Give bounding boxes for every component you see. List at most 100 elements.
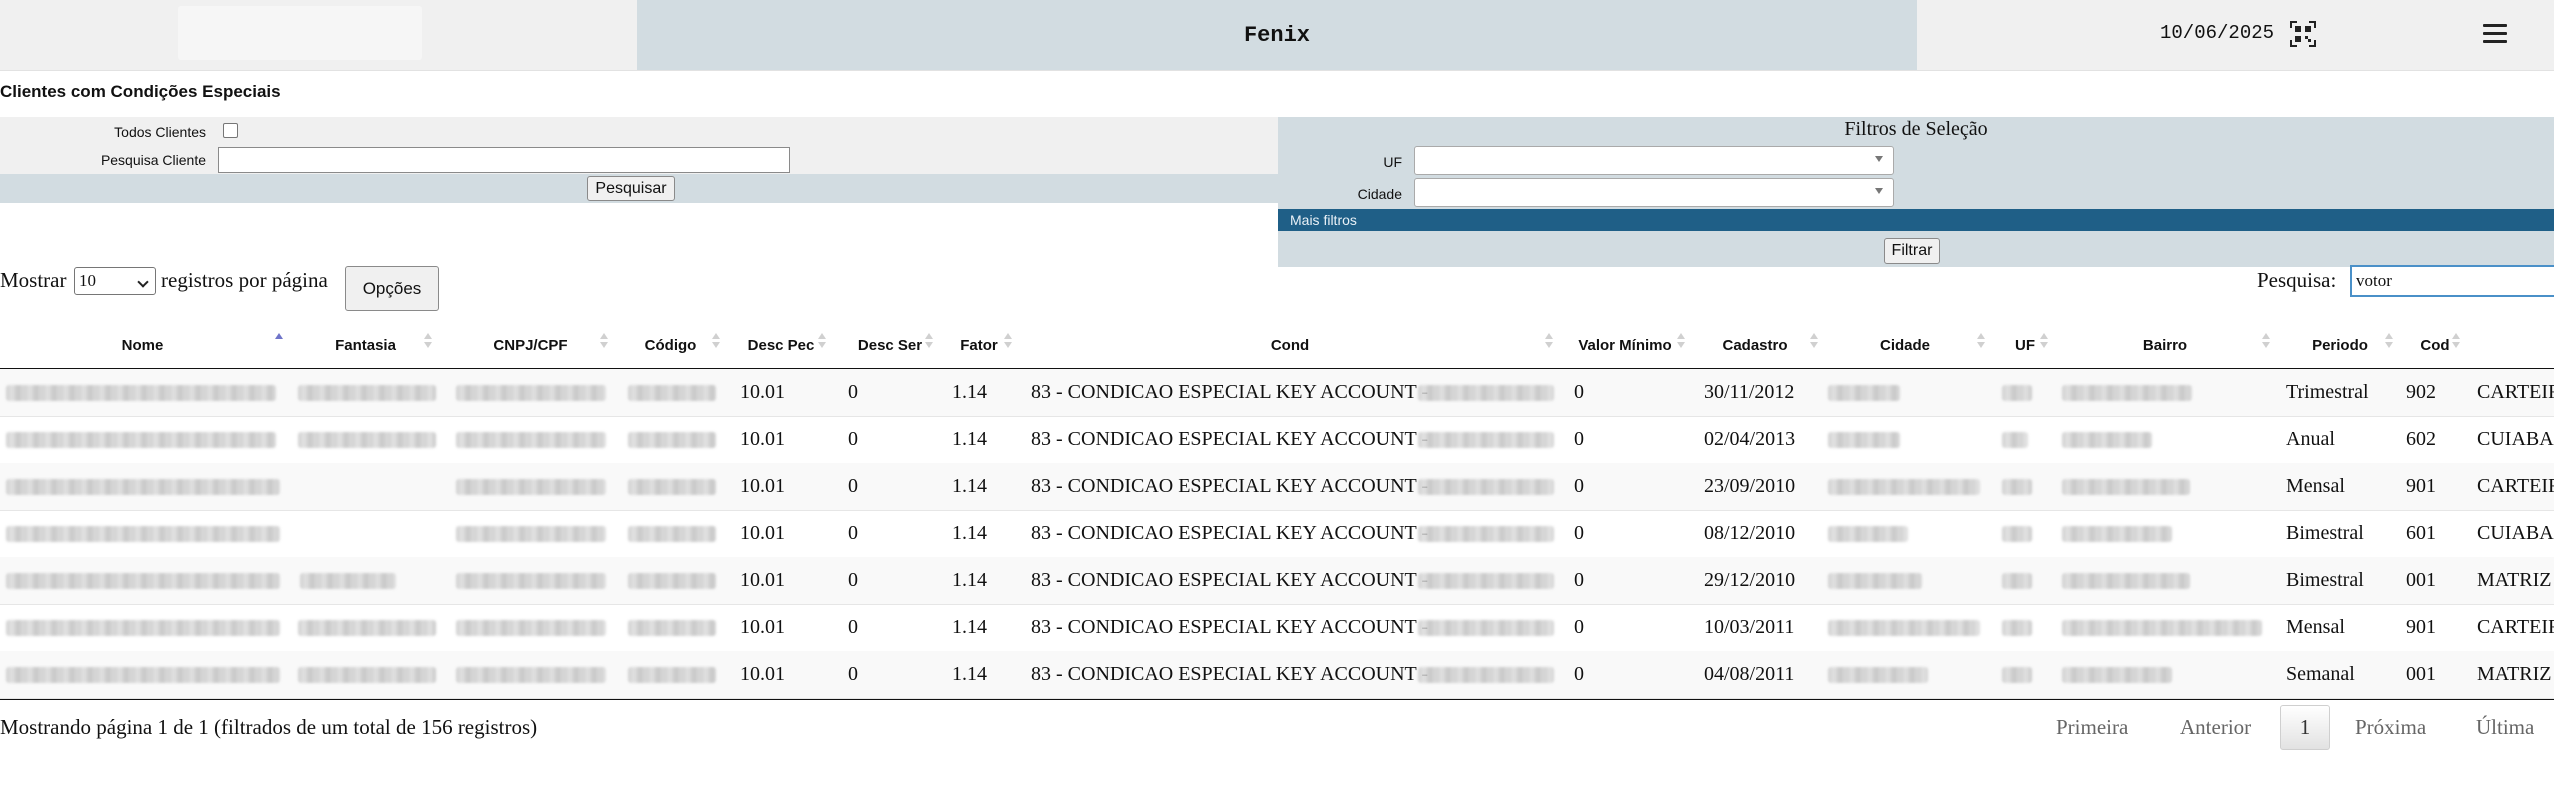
redacted-nome [6,573,280,589]
sort-icon[interactable] [2262,333,2270,349]
column-header-cadastro[interactable]: Cadastro [1690,322,1820,368]
cell-cond: 83 - CONDICAO ESPECIAL KEY ACCOUNT - [1031,428,1429,450]
table-row[interactable]: 10.01 0 1.14 83 - CONDICAO ESPECIAL KEY … [0,416,2554,464]
table-row[interactable]: 10.01 0 1.14 83 - CONDICAO ESPECIAL KEY … [0,557,2554,605]
pagination-previous[interactable]: Anterior [2180,715,2251,740]
cell-periodo: Mensal [2286,616,2345,638]
page-length-select[interactable]: 10 [74,267,156,295]
cell-valor-minimo: 0 [1574,381,1584,403]
filtrar-button[interactable]: Filtrar [1884,238,1940,264]
pagination-next[interactable]: Próxima [2355,715,2426,740]
cell-desc-ser: 0 [848,663,858,685]
cell-periodo: Semanal [2286,663,2355,685]
sort-icon[interactable] [2452,333,2460,349]
column-header-nome[interactable]: Nome [0,322,285,368]
redacted-cond [1418,526,1554,542]
app-title-band: Fenix [637,0,1917,70]
table-row[interactable]: 10.01 0 1.14 83 - CONDICAO ESPECIAL KEY … [0,463,2554,511]
table-row[interactable]: 10.01 0 1.14 83 - CONDICAO ESPECIAL KEY … [0,604,2554,652]
pagination-first[interactable]: Primeira [2056,715,2128,740]
sort-icon[interactable] [1810,333,1818,349]
cell-fator: 1.14 [952,428,987,450]
sort-icon[interactable] [1677,333,1685,349]
redacted-codigo [628,573,716,589]
redacted-fantasia [298,667,436,683]
dropdown-caret-icon [1875,156,1883,162]
sort-icon[interactable] [2040,333,2048,349]
sort-icon[interactable] [818,333,826,349]
pagination-last[interactable]: Última [2476,715,2534,740]
cell-cadastro: 04/08/2011 [1704,663,1795,685]
redacted-fantasia [298,620,436,636]
redacted-nome [6,479,280,495]
sort-icon[interactable] [424,333,432,349]
cidade-select[interactable] [1414,178,1894,207]
column-header-desc-pec[interactable]: Desc Pec [730,322,832,368]
sort-ascending-icon[interactable] [275,333,283,349]
cell-periodo: Trimestral [2286,381,2369,403]
table-row[interactable]: 10.01 0 1.14 83 - CONDICAO ESPECIAL KEY … [0,369,2554,417]
uf-select[interactable] [1414,146,1894,175]
redacted-fantasia [300,573,396,589]
column-header-cidade[interactable]: Cidade [1825,322,1985,368]
uf-label: UF [1383,154,1402,170]
table-search-input[interactable]: votor [2350,265,2554,297]
redacted-codigo [628,432,716,448]
cell-cond: 83 - CONDICAO ESPECIAL KEY ACCOUNT - [1031,663,1429,685]
redacted-cnpj [456,667,606,683]
redacted-uf [2002,620,2032,636]
column-header-cond[interactable]: Cond [1020,322,1560,368]
column-header-fantasia[interactable]: Fantasia [288,322,443,368]
redacted-cidade [1828,667,1928,683]
sort-icon[interactable] [925,333,933,349]
sort-icon[interactable] [1545,333,1553,349]
table-row[interactable]: 10.01 0 1.14 83 - CONDICAO ESPECIAL KEY … [0,510,2554,558]
cell-last: CARTEIRA [2477,616,2554,638]
redacted-bairro [2062,573,2190,589]
pesquisar-button[interactable]: Pesquisar [587,176,675,201]
redacted-cidade [1828,385,1900,401]
opcoes-button[interactable]: Opções [345,266,439,311]
cell-periodo: Anual [2286,428,2335,450]
cell-cod: 601 [2406,522,2436,544]
sort-icon[interactable] [600,333,608,349]
sort-icon[interactable] [1004,333,1012,349]
pesquisa-cliente-input[interactable] [218,147,790,173]
table-bottom-border [0,699,2554,700]
pagination-current-page[interactable]: 1 [2280,705,2330,750]
column-header-periodo[interactable]: Periodo [2285,322,2395,368]
cell-cond: 83 - CONDICAO ESPECIAL KEY ACCOUNT - [1031,569,1429,591]
cell-last: MATRIZ [2477,663,2552,685]
sort-icon[interactable] [712,333,720,349]
table-row[interactable]: 10.01 0 1.14 83 - CONDICAO ESPECIAL KEY … [0,651,2554,699]
cell-valor-minimo: 0 [1574,522,1584,544]
page-title: Clientes com Condições Especiais [0,82,281,101]
redacted-nome [6,526,280,542]
todos-clientes-checkbox[interactable] [223,123,238,138]
redacted-cidade [1828,573,1922,589]
redacted-cidade [1828,526,1908,542]
sort-icon[interactable] [1977,333,1985,349]
column-header-valor-minimo[interactable]: Valor Mínimo [1565,322,1685,368]
cell-desc-ser: 0 [848,475,858,497]
redacted-uf [2002,573,2032,589]
qr-code-icon[interactable] [2290,21,2316,47]
redacted-cond [1418,620,1554,636]
redacted-fantasia [298,432,436,448]
redacted-bairro [2062,432,2152,448]
column-header-bairro[interactable]: Bairro [2060,322,2270,368]
column-header-codigo[interactable]: Código [618,322,723,368]
hamburger-menu-icon[interactable] [2483,24,2507,44]
cell-fator: 1.14 [952,569,987,591]
cell-last: CUIABA [2477,428,2554,450]
redacted-bairro [2062,479,2190,495]
cell-valor-minimo: 0 [1574,475,1584,497]
cell-cod: 902 [2406,381,2436,403]
sort-icon[interactable] [2385,333,2393,349]
column-header-cnpj[interactable]: CNPJ/CPF [448,322,613,368]
cell-cadastro: 30/11/2012 [1704,381,1795,403]
mais-filtros-toggle[interactable]: Mais filtros [1278,209,2554,231]
page-length-value: 10 [79,271,96,290]
redacted-cidade [1828,620,1980,636]
redacted-cnpj [456,526,606,542]
